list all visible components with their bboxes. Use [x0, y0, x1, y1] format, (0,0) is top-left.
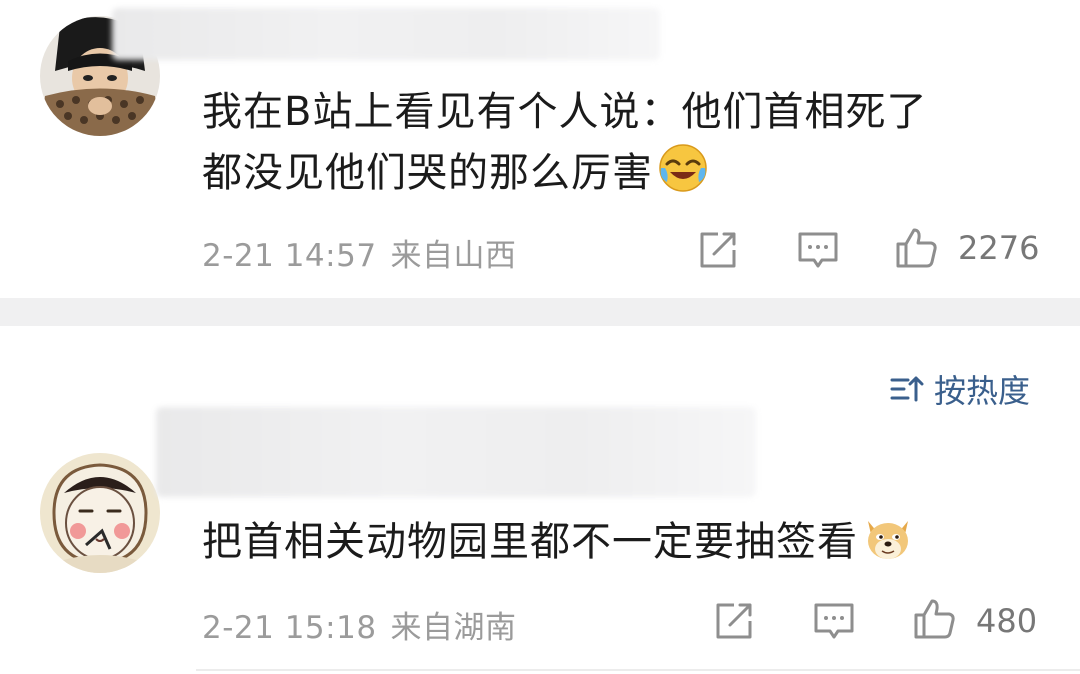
comment-time: 2-21 15:18	[202, 610, 377, 646]
bottom-divider	[196, 669, 1080, 671]
like-button[interactable]	[912, 597, 956, 641]
comment-text-line: 我在B站上看见有个人说：他们首相死了	[202, 89, 928, 135]
username-blurred[interactable]	[156, 407, 756, 497]
comment-location: 来自湖南	[390, 610, 517, 646]
share-button[interactable]	[696, 228, 740, 272]
like-button[interactable]	[894, 226, 938, 270]
share-icon	[700, 232, 736, 268]
comment-meta: 2-21 14:57 来自山西	[202, 230, 517, 275]
thumbs-up-icon	[914, 599, 955, 639]
doge-emoji	[862, 511, 914, 563]
comment-text-line: 把首相关动物园里都不一定要抽签看	[202, 511, 1052, 572]
like-count: 2276	[958, 229, 1040, 267]
comment-button[interactable]	[796, 228, 840, 272]
comment-button[interactable]	[812, 599, 856, 643]
username-blurred[interactable]	[112, 8, 660, 60]
comment-item: 我在B站上看见有个人说：他们首相死了 都没见他们哭的那么厉害 2-21 14:5…	[0, 0, 1080, 298]
comment-text: 把首相关动物园里都不一定要抽签看	[202, 511, 1052, 572]
section-divider	[0, 298, 1080, 326]
thumbs-up-icon	[896, 228, 937, 268]
laugh-cry-emoji	[657, 142, 709, 194]
comment-location: 来自山西	[390, 238, 517, 274]
comment-text: 我在B站上看见有个人说：他们首相死了 都没见他们哭的那么厉害	[202, 82, 1052, 203]
comment-text-line: 都没见他们哭的那么厉害	[202, 142, 1052, 203]
avatar[interactable]	[40, 453, 160, 573]
comment-item: 把首相关动物园里都不一定要抽签看 2-21 15:18 来自湖南 480	[0, 395, 1080, 674]
comment-meta: 2-21 15:18 来自湖南	[202, 602, 517, 647]
comment-icon	[798, 232, 838, 268]
share-icon	[716, 603, 752, 639]
like-count: 480	[976, 602, 1038, 640]
share-button[interactable]	[712, 599, 756, 643]
comment-time: 2-21 14:57	[202, 238, 377, 274]
comment-icon	[814, 603, 854, 639]
